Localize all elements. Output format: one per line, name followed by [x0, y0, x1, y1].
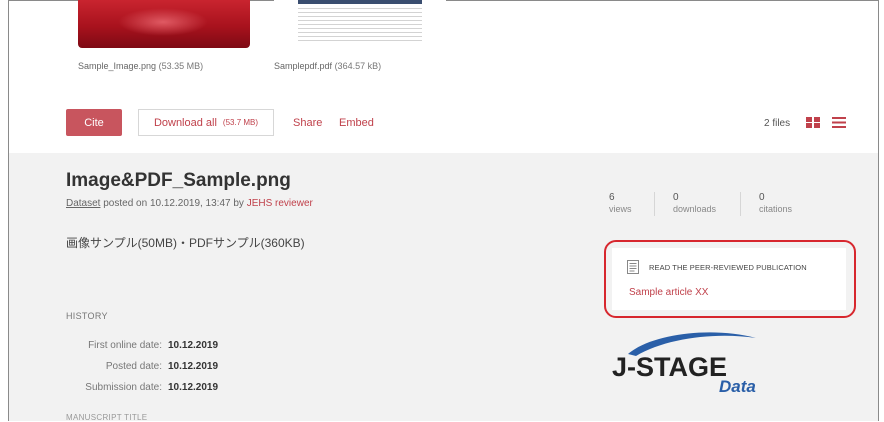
- stat-citations: 0 citations: [759, 192, 792, 214]
- file-caption-image[interactable]: Sample_Image.png (53.35 MB): [78, 61, 203, 71]
- stat-views: 6 views: [609, 192, 632, 214]
- item-meta: Dataset posted on 10.12.2019, 13:47 by J…: [66, 198, 313, 209]
- publication-heading: READ THE PEER-REVIEWED PUBLICATION: [649, 263, 807, 272]
- pdf-thumbnail-header: [298, 0, 422, 4]
- history-row-first-online: First online date: 10.12.2019: [66, 340, 218, 351]
- history-value: 10.12.2019: [168, 361, 219, 372]
- history-label: Posted date:: [105, 361, 162, 372]
- history-heading: HISTORY: [66, 311, 108, 321]
- stat-value: 6: [609, 192, 615, 203]
- item-title: Image&PDF_Sample.png: [66, 170, 291, 191]
- history-row-submission: Submission date: 10.12.2019: [66, 382, 218, 393]
- history-value: 10.12.2019: [168, 340, 219, 351]
- file-name: Samplepdf.pdf: [274, 61, 333, 71]
- document-icon: [627, 260, 639, 274]
- file-caption-pdf[interactable]: Samplepdf.pdf (364.57 kB): [274, 61, 381, 71]
- jstage-data-logo: J-STAGE Data: [612, 332, 756, 396]
- stat-label: citations: [759, 204, 793, 214]
- download-all-button[interactable]: Download all (53.7 MB): [138, 109, 274, 136]
- pdf-thumbnail[interactable]: [274, 0, 446, 48]
- publication-card: [612, 248, 846, 310]
- file-size: (364.57 kB): [334, 61, 382, 71]
- file-name: Sample_Image.png: [78, 61, 157, 71]
- image-thumbnail[interactable]: [78, 0, 250, 48]
- publication-link[interactable]: Sample article XX: [629, 287, 708, 298]
- history-row-posted: Posted date: 10.12.2019: [66, 361, 218, 372]
- embed-link[interactable]: Embed: [339, 117, 374, 129]
- page-frame-right: [878, 0, 879, 421]
- stat-downloads: 0 downloads: [673, 192, 716, 214]
- item-description: 画像サンプル(50MB)・PDFサンプル(360KB): [66, 236, 305, 250]
- history-label: Submission date:: [85, 382, 162, 393]
- stat-label: views: [609, 204, 632, 214]
- stat-label: downloads: [673, 204, 717, 214]
- author-link[interactable]: JEHS reviewer: [247, 198, 313, 209]
- grid-view-icon[interactable]: [806, 117, 820, 128]
- cite-button[interactable]: Cite: [66, 109, 122, 136]
- list-view-icon[interactable]: [832, 117, 846, 128]
- stat-value: 0: [673, 192, 679, 203]
- stat-divider: [654, 192, 655, 216]
- stat-divider: [740, 192, 741, 216]
- download-all-size: (53.7 MB): [222, 118, 259, 127]
- item-type-link[interactable]: Dataset: [66, 198, 100, 209]
- posted-text: posted on 10.12.2019, 13:47 by: [100, 198, 247, 209]
- download-all-label: Download all: [153, 116, 217, 129]
- logo-text-bottom: Data: [719, 377, 756, 396]
- history-label: First online date:: [88, 340, 162, 351]
- stat-value: 0: [759, 192, 765, 203]
- share-link[interactable]: Share: [293, 117, 322, 129]
- history-value: 10.12.2019: [168, 382, 219, 393]
- file-size: (53.35 MB): [158, 61, 204, 71]
- pdf-thumbnail-text: [298, 8, 422, 44]
- logo-text-top: J-STAGE: [612, 352, 727, 382]
- files-count: 2 files: [764, 118, 791, 129]
